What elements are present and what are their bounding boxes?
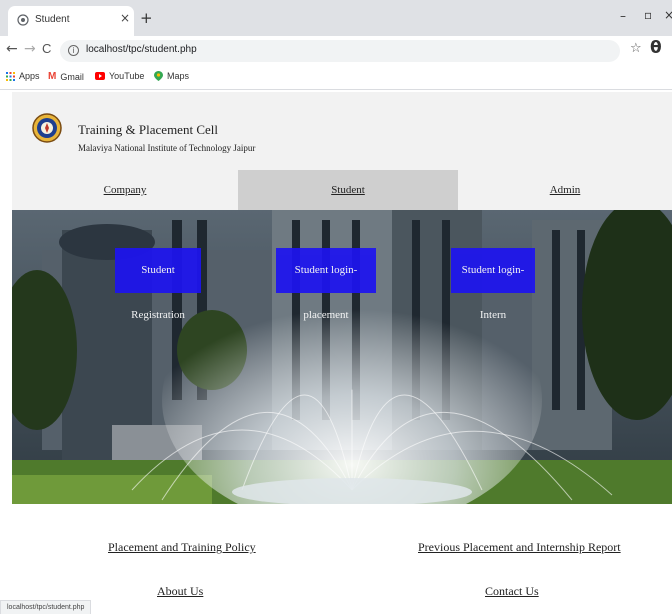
status-bar-url: localhost/tpc/student.php xyxy=(0,600,92,614)
browser-tab[interactable]: Student × xyxy=(8,6,134,36)
bookmark-apps[interactable]: Apps xyxy=(6,71,40,81)
bookmarks-bar: Apps M Gmail YouTube Maps xyxy=(0,66,672,90)
bookmark-label: Apps xyxy=(19,71,40,81)
close-tab-icon[interactable]: × xyxy=(120,11,130,25)
main-nav: Company Student Admin xyxy=(12,170,672,210)
student-login-intern-button[interactable]: Student login-Intern xyxy=(451,248,535,321)
forward-icon[interactable]: → xyxy=(24,41,36,57)
hero-banner: Student Registration Student login-place… xyxy=(12,210,672,504)
student-registration-button[interactable]: Student Registration xyxy=(115,248,201,321)
profile-icon[interactable]: θ xyxy=(650,38,662,58)
reload-icon[interactable]: C xyxy=(42,41,51,56)
bookmark-maps[interactable]: Maps xyxy=(154,71,189,81)
previous-placement-report-link[interactable]: Previous Placement and Internship Report xyxy=(418,540,621,555)
placement-policy-link[interactable]: Placement and Training Policy xyxy=(108,540,256,555)
browser-toolbar: ← → C i localhost/tpc/student.php ☆ θ xyxy=(0,36,672,66)
address-bar[interactable]: i localhost/tpc/student.php xyxy=(60,40,620,62)
org-name: Training & Placement Cell xyxy=(78,122,218,137)
student-login-placement-button[interactable]: Student login-placement xyxy=(276,248,376,321)
nav-admin[interactable]: Admin xyxy=(458,170,672,210)
nav-student[interactable]: Student xyxy=(238,170,458,210)
apps-grid-icon xyxy=(6,71,15,81)
url-text[interactable]: localhost/tpc/student.php xyxy=(86,44,197,55)
restore-icon[interactable]: ▫ xyxy=(644,8,652,22)
bookmark-star-icon[interactable]: ☆ xyxy=(630,41,642,56)
nav-company[interactable]: Company xyxy=(12,170,238,210)
site-header: Training & Placement Cell Malaviya Natio… xyxy=(12,92,672,170)
maps-icon xyxy=(154,71,163,81)
minimize-icon[interactable]: – xyxy=(620,9,626,23)
globe-icon xyxy=(17,14,29,26)
bookmark-label: Gmail xyxy=(60,71,84,82)
close-window-icon[interactable]: × xyxy=(664,8,672,22)
tab-title: Student xyxy=(35,14,70,25)
browser-tab-strip: Student × + – ▫ × xyxy=(0,0,672,36)
org-subtitle: Malaviya National Institute of Technolog… xyxy=(78,143,256,153)
bookmark-label: Maps xyxy=(167,71,190,81)
contact-us-link[interactable]: Contact Us xyxy=(485,584,539,599)
new-tab-button[interactable]: + xyxy=(140,9,153,27)
back-icon[interactable]: ← xyxy=(6,41,18,57)
info-icon[interactable]: i xyxy=(68,45,79,56)
institute-logo xyxy=(32,113,62,143)
youtube-icon xyxy=(95,72,105,80)
bookmark-gmail[interactable]: M Gmail xyxy=(48,71,84,82)
about-us-link[interactable]: About Us xyxy=(157,584,203,599)
page-content: Training & Placement Cell Malaviya Natio… xyxy=(0,92,672,614)
gmail-icon: M xyxy=(48,71,57,82)
bookmark-youtube[interactable]: YouTube xyxy=(95,71,144,81)
bookmark-label: YouTube xyxy=(109,71,145,81)
